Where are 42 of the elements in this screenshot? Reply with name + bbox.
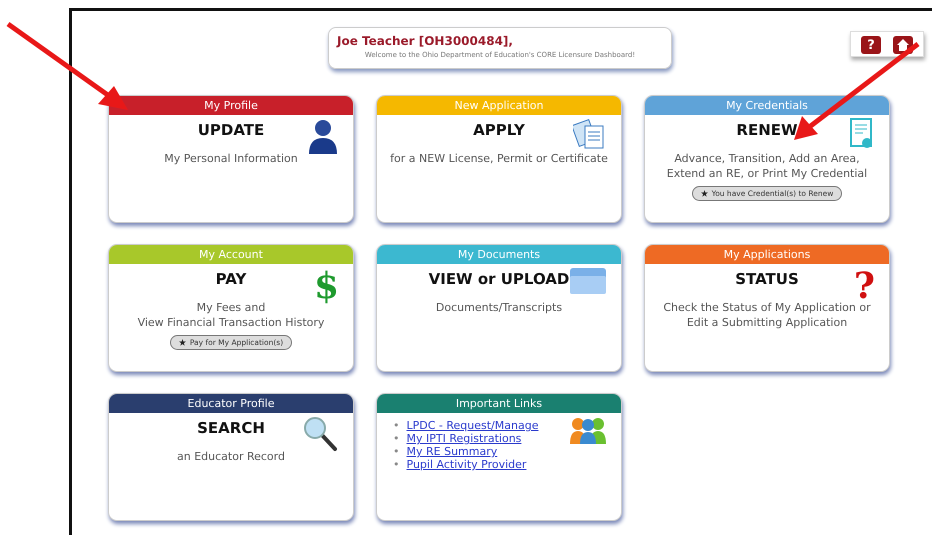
card-header: My Credentials [645, 96, 889, 115]
card-title[interactable]: PAY [216, 270, 246, 288]
certificate-icon [849, 118, 875, 150]
card-description: My Personal Information [164, 151, 298, 166]
bullet: • [393, 445, 400, 458]
card-header: Important Links [377, 394, 621, 413]
people-icon [569, 416, 607, 444]
card-header: My Account [109, 245, 353, 264]
person-icon [307, 118, 339, 154]
magnifier-icon [301, 416, 339, 452]
card-description: Edit a Submitting Application [686, 315, 848, 330]
link[interactable]: Pupil Activity Provider [406, 458, 526, 471]
card-title[interactable]: UPDATE [198, 121, 264, 139]
card-description: an Educator Record [177, 449, 285, 464]
bullet: • [393, 458, 400, 471]
help-button[interactable]: ? [861, 36, 881, 54]
card-header: My Profile [109, 96, 353, 115]
card-description: Documents/Transcripts [436, 300, 562, 315]
card-title[interactable]: STATUS [735, 270, 799, 288]
card-header: My Documents [377, 245, 621, 264]
card-title[interactable]: VIEW or UPLOAD [428, 270, 570, 288]
link[interactable]: My RE Summary [406, 445, 498, 458]
user-name: Joe Teacher [OH3000484], [337, 34, 514, 48]
card-description: Advance, Transition, Add an Area, [674, 151, 860, 166]
folder-icon [569, 267, 607, 295]
card-description: for a NEW License, Permit or Certificate [390, 151, 608, 166]
star-icon [178, 339, 186, 346]
dollar-icon: $ [314, 267, 339, 305]
link[interactable]: LPDC - Request/Manage [406, 419, 538, 432]
card-title[interactable]: SEARCH [197, 419, 265, 437]
card-title[interactable]: RENEW [736, 121, 798, 139]
card-title[interactable]: APPLY [473, 121, 525, 139]
card-description: My Fees and [196, 300, 266, 315]
bullet: • [393, 432, 400, 445]
card-description: View Financial Transaction History [138, 315, 324, 330]
card-header: Educator Profile [109, 394, 353, 413]
card-description: Extend an RE, or Print My Credential [666, 166, 868, 181]
link[interactable]: My IPTI Registrations [406, 432, 522, 445]
star-icon [700, 190, 708, 197]
bullet: • [393, 419, 400, 432]
card-header: My Applications [645, 245, 889, 264]
card-header: New Application [377, 96, 621, 115]
